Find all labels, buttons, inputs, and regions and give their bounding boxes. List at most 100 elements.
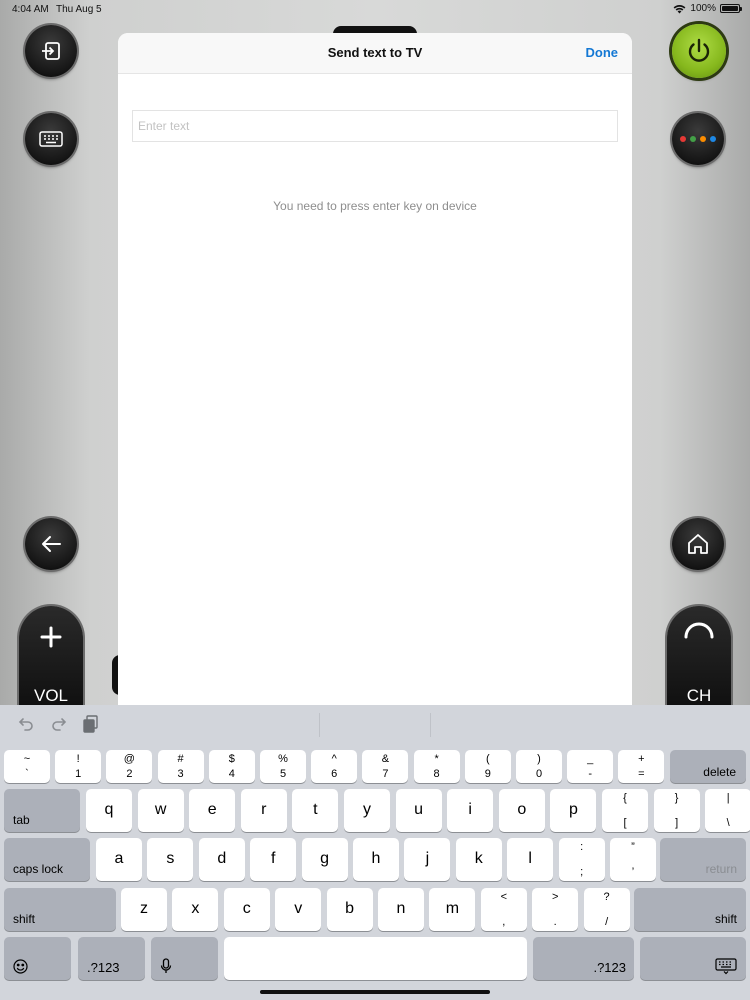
number-key[interactable]: % 5: [260, 750, 306, 783]
number-key[interactable]: @2: [106, 750, 153, 783]
return-key[interactable]: return: [660, 838, 746, 881]
letter-key[interactable]: l: [507, 838, 554, 881]
key-label: p: [568, 801, 578, 818]
letter-key[interactable]: u: [395, 789, 442, 832]
number-key[interactable]: $4: [208, 750, 255, 783]
number-key[interactable]: ~ `: [4, 750, 50, 783]
home-button[interactable]: [672, 518, 724, 570]
letter-key[interactable]: a: [96, 838, 142, 881]
letter-key[interactable]: f: [250, 838, 297, 881]
letter-key[interactable]: k: [455, 838, 502, 881]
keyboard-button[interactable]: [25, 113, 77, 165]
back-arrow-icon: [42, 536, 61, 552]
power-button[interactable]: [672, 24, 726, 78]
letter-key[interactable]: j: [404, 838, 451, 881]
letter-key[interactable]: z: [121, 888, 167, 931]
done-button[interactable]: Done: [586, 45, 619, 60]
number-key[interactable]: ^ 6: [311, 750, 358, 783]
keyboard-icon: [39, 131, 63, 147]
key-label: l: [528, 850, 532, 867]
space-key[interactable]: [224, 937, 527, 980]
letter-key[interactable]: e: [189, 789, 236, 832]
send-text-modal: Send text to TV Done You need to press e…: [118, 33, 632, 705]
undo-icon[interactable]: [17, 715, 35, 733]
key-shift-label: ): [537, 753, 541, 765]
green-dot: [690, 136, 696, 142]
number-key[interactable]: ! 1: [55, 750, 102, 783]
letter-key[interactable]: d: [198, 838, 245, 881]
letter-key[interactable]: q: [86, 789, 132, 832]
numbers-label: .?123: [87, 960, 120, 975]
letter-key[interactable]: o: [498, 789, 545, 832]
key-label: s: [166, 850, 175, 867]
letter-key[interactable]: n: [378, 888, 424, 931]
letter-key[interactable]: x: [172, 888, 219, 931]
letter-key[interactable]: m: [429, 888, 476, 931]
symbol-key[interactable]: | \: [705, 789, 750, 832]
letter-key[interactable]: y: [344, 789, 390, 832]
symbol-key[interactable]: ? /: [583, 888, 630, 931]
color-keys-button[interactable]: [672, 113, 724, 165]
numbers-key-right[interactable]: .?123: [533, 937, 634, 980]
dictation-key[interactable]: [151, 937, 218, 980]
number-key[interactable]: & 7: [362, 750, 409, 783]
number-key[interactable]: ) 0: [516, 750, 562, 783]
key-label: ]: [675, 817, 679, 829]
letter-key[interactable]: g: [301, 838, 348, 881]
key-shift-label: &: [381, 753, 390, 765]
key-label: -: [588, 768, 593, 780]
key-label: v: [294, 900, 303, 917]
key-label: b: [345, 900, 355, 917]
letter-key[interactable]: p: [550, 789, 597, 832]
numbers-key[interactable]: .?123: [78, 937, 145, 980]
letter-key[interactable]: c: [223, 888, 270, 931]
key-label: .: [553, 916, 557, 928]
letter-key[interactable]: v: [275, 888, 322, 931]
hide-keyboard-key[interactable]: [640, 937, 746, 980]
symbol-key[interactable]: ”’: [610, 838, 656, 881]
symbol-key[interactable]: }]: [653, 789, 700, 832]
key-shift-label: (: [485, 753, 490, 765]
shift-label: shift: [714, 912, 737, 926]
battery-icon: [720, 4, 742, 13]
number-key[interactable]: + =: [618, 750, 665, 783]
paste-icon[interactable]: [82, 715, 100, 733]
keyboard: ~ `! 1 @2 #3 $4% 5 ^ 6 & 7 * 8(9) 0 _ - + = delete tab q w e r t…: [0, 705, 750, 1000]
back-button[interactable]: [25, 518, 77, 570]
toolbar-divider: [319, 713, 320, 737]
emoji-key[interactable]: [4, 937, 71, 980]
letter-key[interactable]: w: [137, 789, 184, 832]
letter-key[interactable]: i: [447, 789, 494, 832]
symbol-key[interactable]: {[: [602, 789, 648, 832]
letter-key[interactable]: h: [353, 838, 399, 881]
right-shift-key[interactable]: shift: [634, 888, 746, 931]
tab-key[interactable]: tab: [4, 789, 80, 832]
caps-lock-key[interactable]: caps lock: [4, 838, 90, 881]
key-shift-label: |: [726, 792, 730, 804]
power-icon: [688, 38, 710, 62]
letter-key[interactable]: r: [240, 789, 287, 832]
input-button[interactable]: [25, 25, 77, 77]
number-key[interactable]: (9: [464, 750, 511, 783]
letter-key[interactable]: b: [326, 888, 373, 931]
symbol-key[interactable]: <,: [480, 888, 527, 931]
number-key[interactable]: #3: [157, 750, 204, 783]
key-label: t: [313, 801, 318, 818]
wifi-icon: [674, 4, 686, 13]
status-bar: 4:04 AM Thu Aug 5 100%: [0, 0, 750, 20]
key-shift-label: }: [674, 792, 679, 804]
letter-key[interactable]: s: [147, 838, 194, 881]
number-key[interactable]: * 8: [413, 750, 460, 783]
number-key[interactable]: _ -: [567, 750, 614, 783]
battery-fill: [722, 6, 738, 11]
symbol-key[interactable]: :;: [558, 838, 605, 881]
letter-key[interactable]: t: [292, 789, 339, 832]
left-shift-key[interactable]: shift: [4, 888, 116, 931]
key-label: 0: [535, 768, 543, 780]
delete-key[interactable]: delete: [670, 750, 746, 783]
key-label: k: [474, 850, 483, 867]
symbol-key[interactable]: >.: [532, 888, 579, 931]
redo-icon[interactable]: [50, 715, 68, 733]
text-input[interactable]: [132, 110, 618, 142]
key-shift-label: ?: [603, 891, 610, 903]
